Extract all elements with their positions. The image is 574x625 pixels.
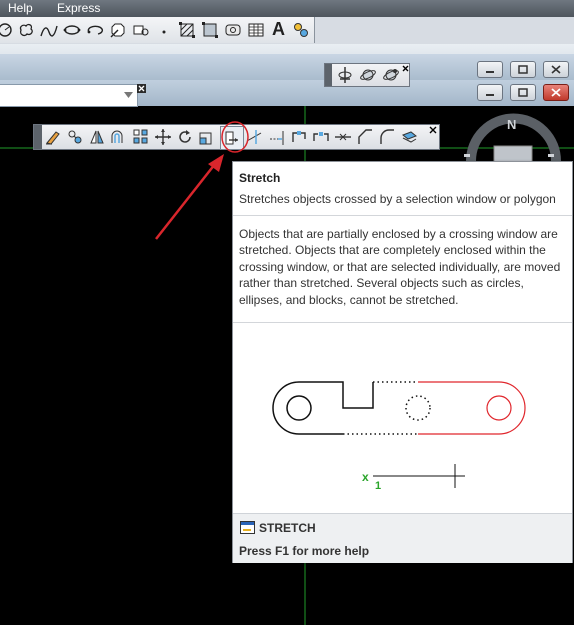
command-name: STRETCH — [259, 521, 316, 535]
command-tooltip: Stretch Stretches objects crossed by a s… — [232, 161, 573, 563]
move-icon[interactable] — [154, 128, 172, 146]
minimize-icon — [486, 94, 494, 96]
orbit-toolbar — [324, 63, 410, 87]
spline-icon[interactable] — [40, 21, 58, 39]
revcloud-icon[interactable] — [17, 21, 35, 39]
draw-toolbar: A — [0, 17, 315, 43]
ellipse-arc-icon[interactable] — [86, 21, 104, 39]
compass-north-label: N — [507, 117, 516, 132]
chevron-down-icon — [124, 92, 133, 98]
highlight-circle — [221, 121, 249, 153]
make-block-icon[interactable] — [132, 21, 150, 39]
gradient-icon[interactable] — [201, 21, 219, 39]
tooltip-title: Stretch — [239, 171, 281, 185]
circle-icon[interactable] — [0, 21, 14, 39]
drawing-minimize-button[interactable] — [477, 84, 503, 101]
stretch-illustration: x 1 — [272, 381, 526, 492]
minimize-icon — [486, 71, 494, 73]
insert-block-icon[interactable] — [109, 21, 127, 39]
ellipse-icon[interactable] — [63, 21, 81, 39]
toolbar-grip[interactable] — [325, 64, 332, 86]
fillet-icon[interactable] — [378, 128, 396, 146]
tooltip-divider — [233, 322, 572, 323]
drawing-maximize-button[interactable] — [510, 84, 536, 101]
rotate-icon[interactable] — [176, 128, 194, 146]
add-selected-icon[interactable] — [292, 21, 310, 39]
close-icon — [551, 65, 561, 74]
erase-icon[interactable] — [44, 128, 62, 146]
outer-maximize-button[interactable] — [510, 61, 536, 78]
table-icon[interactable] — [247, 21, 265, 39]
join-icon[interactable] — [334, 128, 352, 146]
command-line-icon — [240, 521, 255, 534]
copy-icon[interactable] — [66, 128, 84, 146]
chamfer-icon[interactable] — [356, 128, 374, 146]
base-point-marker: x — [362, 470, 369, 484]
point-icon[interactable] — [155, 21, 173, 39]
scale-icon[interactable] — [198, 128, 216, 146]
maximize-icon — [518, 65, 528, 74]
tooltip-divider — [233, 215, 572, 216]
toolbar-close-icon[interactable] — [429, 126, 437, 134]
tooltip-footer: STRETCH Press F1 for more help — [233, 513, 572, 563]
panel-close-icon[interactable] — [137, 84, 146, 93]
annotation-arrow — [155, 154, 224, 240]
outer-minimize-button[interactable] — [477, 61, 503, 78]
explode-icon[interactable] — [400, 128, 418, 146]
menu-express[interactable]: Express — [57, 1, 100, 15]
drawing-close-button[interactable] — [543, 84, 569, 101]
outer-window-bar — [0, 54, 574, 80]
tooltip-detail: Objects that are partially enclosed by a… — [239, 227, 561, 307]
toolbar-grip[interactable] — [34, 125, 42, 149]
restore-icon — [518, 88, 528, 97]
array-icon[interactable] — [132, 128, 150, 146]
layer-dropdown[interactable] — [0, 84, 138, 107]
menu-bar: Help Express — [0, 0, 574, 17]
break-at-point-icon[interactable] — [290, 128, 308, 146]
mirror-icon[interactable] — [88, 128, 106, 146]
base-point-number: 1 — [375, 480, 381, 492]
region-icon[interactable] — [224, 21, 242, 39]
menu-help[interactable]: Help — [8, 1, 33, 15]
orbit-icon[interactable] — [359, 66, 377, 84]
pan-icon[interactable] — [336, 66, 354, 84]
hatch-icon[interactable] — [178, 21, 196, 39]
tooltip-description: Stretches objects crossed by a selection… — [239, 192, 556, 206]
break-icon[interactable] — [312, 128, 330, 146]
toolbar-close-icon[interactable] — [402, 65, 409, 72]
close-icon — [551, 88, 561, 97]
outer-close-button[interactable] — [543, 61, 569, 78]
extend-icon[interactable] — [268, 128, 286, 146]
help-hint: Press F1 for more help — [239, 544, 370, 558]
multiline-text-icon[interactable]: A — [272, 19, 290, 39]
draw-toolbar-strip: A — [0, 17, 574, 45]
free-orbit-icon[interactable] — [382, 66, 400, 84]
offset-icon[interactable] — [110, 128, 128, 146]
